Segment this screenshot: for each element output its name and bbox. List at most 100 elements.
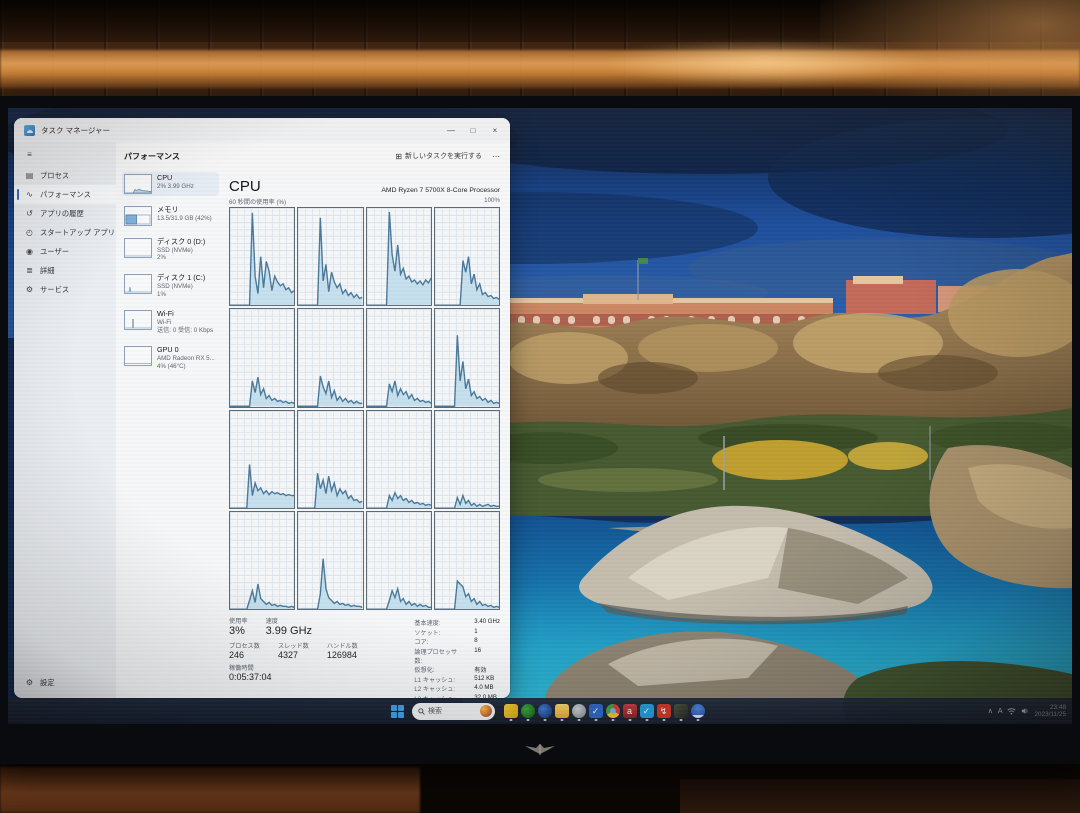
sidebar-item-settings[interactable]: ⚙ 設定 — [14, 673, 116, 692]
sidebar-item-users[interactable]: ◉ ユーザー — [14, 242, 116, 261]
users-icon: ◉ — [25, 247, 34, 256]
taskbar: 検索 ✓a✓↯ ∧ A 23:48 2023/11/25 — [8, 698, 1072, 724]
cpu-core-graph-9[interactable] — [297, 410, 363, 509]
cpu-core-grid — [229, 207, 500, 610]
perf-card-disk0[interactable]: ディスク 0 (D:) SSD (NVMe) 2% — [122, 236, 219, 264]
clock-date: 2023/11/25 — [1034, 711, 1066, 718]
services-icon: ⚙ — [25, 285, 34, 294]
taskbar-app-people-app-icon[interactable] — [689, 701, 706, 721]
cpu-core-graph-8[interactable] — [229, 410, 295, 509]
monitor-brand-logo — [519, 742, 561, 756]
close-button[interactable]: × — [484, 120, 506, 140]
taskbar-app-file-explorer-icon[interactable] — [553, 701, 570, 721]
perf-card-cpu[interactable]: CPU 2% 3.99 GHz — [122, 172, 219, 196]
stat-threads: スレッド数 4327 — [278, 641, 309, 661]
search-daily-image — [480, 705, 492, 717]
cpu-core-graph-4[interactable] — [229, 308, 295, 407]
cpu-detail-pane: CPU AMD Ryzen 7 5700X 8-Core Processor 6… — [219, 168, 510, 698]
stat-handles: ハンドル数 126984 — [327, 641, 358, 661]
taskbar-apps: ✓a✓↯ — [502, 701, 706, 721]
task-manager-app-icon — [24, 125, 35, 136]
perf-card-memory[interactable]: メモリ 13.5/31.9 GB (42%) — [122, 204, 219, 228]
performance-icon: ∿ — [25, 190, 34, 199]
cpu-core-graph-10[interactable] — [366, 410, 432, 509]
taskbar-app-chrome-icon[interactable] — [604, 701, 621, 721]
run-new-task-button[interactable]: ⊞ 新しいタスクを実行する — [395, 151, 482, 161]
more-options-button[interactable]: ⋯ — [492, 152, 500, 161]
perf-card-gpu[interactable]: GPU 0 AMD Radeon RX 5... 4% (46°C) — [122, 344, 219, 372]
sidebar-item-startup-apps[interactable]: ◴ スタートアップ アプリ — [14, 223, 116, 242]
run-new-task-icon: ⊞ — [395, 152, 402, 161]
disk0-mini-graph — [124, 238, 152, 258]
cpu-stats: 使用率 3% 速度 3.99 GHz — [229, 616, 500, 694]
wifi-icon[interactable] — [1007, 707, 1016, 715]
taskbar-app-sticky-notes-icon[interactable] — [502, 701, 519, 721]
minimize-button[interactable]: — — [440, 120, 462, 140]
graph-axis-label: 60 秒間の使用率 (%) — [229, 197, 286, 206]
wifi-mini-graph — [124, 310, 152, 330]
cpu-core-graph-12[interactable] — [229, 511, 295, 610]
cpu-core-graph-2[interactable] — [366, 207, 432, 306]
taskbar-app-steam-icon[interactable] — [536, 701, 553, 721]
cpu-core-graph-5[interactable] — [297, 308, 363, 407]
start-button[interactable] — [390, 704, 405, 719]
maximize-button[interactable]: □ — [462, 120, 484, 140]
perf-card-wifi[interactable]: Wi-Fi Wi-Fi 送信: 0 受信: 0 Kbps — [122, 308, 219, 336]
sidebar-item-details[interactable]: ≣ 詳細 — [14, 261, 116, 280]
window-title: タスク マネージャー — [41, 125, 110, 136]
performance-list: CPU 2% 3.99 GHz メモリ — [116, 168, 219, 698]
cpu-core-graph-15[interactable] — [434, 511, 500, 610]
system-tray: ∧ A 23:48 2023/11/25 — [988, 698, 1066, 724]
cpu-core-graph-11[interactable] — [434, 410, 500, 509]
cpu-core-graph-0[interactable] — [229, 207, 295, 306]
hidden-icons-chevron[interactable]: ∧ — [988, 707, 993, 715]
sidebar-item-processes[interactable]: ▤ プロセス — [14, 166, 116, 185]
taskbar-app-red-bolt-app-icon[interactable]: ↯ — [655, 701, 672, 721]
cpu-core-graph-1[interactable] — [297, 207, 363, 306]
taskbar-app-grey-utility-icon[interactable] — [570, 701, 587, 721]
perf-card-disk1[interactable]: ディスク 1 (C:) SSD (NVMe) 1% — [122, 272, 219, 300]
taskbar-app-blue-check-app-icon[interactable]: ✓ — [587, 701, 604, 721]
cpu-title: CPU — [229, 179, 261, 194]
search-box[interactable]: 検索 — [412, 703, 495, 720]
settings-gear-icon: ⚙ — [25, 678, 34, 687]
memory-mini-graph — [124, 206, 152, 226]
clock-time: 23:48 — [1034, 704, 1066, 711]
screen: タスク マネージャー — □ × ≡ ▤ プロセス — [8, 108, 1072, 724]
cpu-spec-list: 基本速度:3.40 GHz ソケット:1 コア:8 論理プロセッサ数:16 仮想… — [414, 616, 500, 694]
graph-max-label: 100% — [484, 197, 500, 206]
stat-utilization: 使用率 3% — [229, 616, 248, 638]
search-icon — [418, 708, 425, 715]
disk1-mini-graph — [124, 274, 152, 294]
startup-apps-icon: ◴ — [25, 228, 34, 237]
ime-indicator[interactable]: A — [998, 708, 1003, 715]
cpu-core-graph-6[interactable] — [366, 308, 432, 407]
page-title: パフォーマンス — [124, 151, 180, 162]
sidebar-item-app-history[interactable]: ↺ アプリの履歴 — [14, 204, 116, 223]
cpu-core-graph-14[interactable] — [366, 511, 432, 610]
cpu-core-graph-7[interactable] — [434, 308, 500, 407]
cpu-core-graph-13[interactable] — [297, 511, 363, 610]
taskbar-app-dark-app-icon[interactable] — [672, 701, 689, 721]
task-manager-window: タスク マネージャー — □ × ≡ ▤ プロセス — [14, 118, 510, 698]
hamburger-icon: ≡ — [25, 150, 34, 159]
titlebar[interactable]: タスク マネージャー — □ × — [14, 118, 510, 142]
gpu-mini-graph — [124, 346, 152, 366]
processes-icon: ▤ — [25, 171, 34, 180]
taskbar-app-red-square-app-icon[interactable]: a — [621, 701, 638, 721]
stat-speed: 速度 3.99 GHz — [266, 616, 312, 638]
cpu-processor-name: AMD Ryzen 7 5700X 8-Core Processor — [381, 187, 500, 194]
clock[interactable]: 23:48 2023/11/25 — [1034, 704, 1066, 719]
hamburger-button[interactable]: ≡ — [14, 144, 116, 164]
sidebar-item-performance[interactable]: ∿ パフォーマンス — [14, 185, 116, 204]
taskbar-app-xbox-icon[interactable] — [519, 701, 536, 721]
volume-icon[interactable] — [1021, 707, 1029, 715]
details-icon: ≣ — [25, 266, 34, 275]
stat-processes: プロセス数 246 — [229, 641, 260, 661]
taskbar-app-cyan-check-app-icon[interactable]: ✓ — [638, 701, 655, 721]
photo-scene: タスク マネージャー — □ × ≡ ▤ プロセス — [0, 0, 1080, 813]
app-history-icon: ↺ — [25, 209, 34, 218]
cpu-core-graph-3[interactable] — [434, 207, 500, 306]
sidebar-item-services[interactable]: ⚙ サービス — [14, 280, 116, 299]
monitor: タスク マネージャー — □ × ≡ ▤ プロセス — [0, 96, 1080, 764]
